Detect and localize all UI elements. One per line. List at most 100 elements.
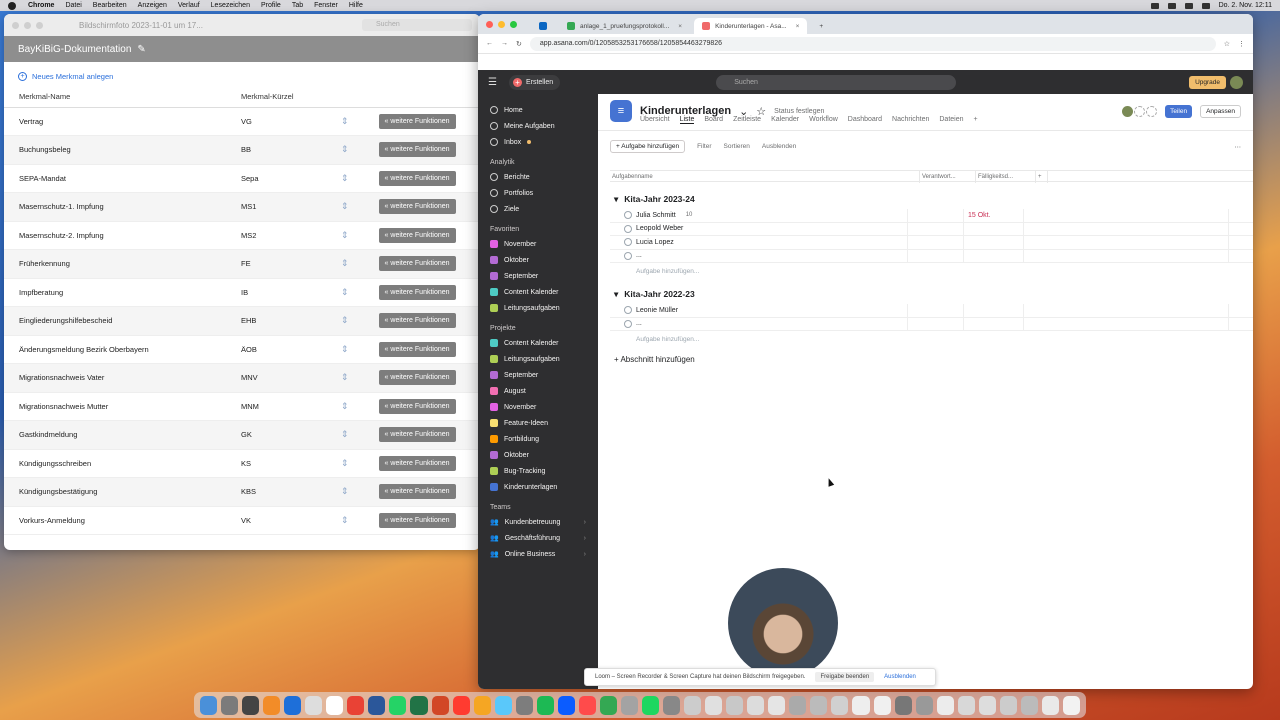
more-functions-button[interactable]: « weitere Funktionen: [378, 199, 456, 215]
task-assignee-cell[interactable]: [908, 209, 964, 222]
sidebar-item[interactable]: Content Kalender: [478, 284, 598, 300]
dock-app-icon[interactable]: [326, 695, 344, 715]
reorder-icon[interactable]: ⇕: [341, 116, 349, 126]
chevron-right-icon[interactable]: ›: [584, 535, 586, 542]
dock-app-icon[interactable]: [494, 695, 512, 715]
tab-board[interactable]: Board: [704, 116, 723, 124]
menu-fenster[interactable]: Fenster: [314, 2, 338, 9]
task-name[interactable]: Lucia Lopez: [636, 239, 674, 246]
dock-app-icon[interactable]: [641, 695, 660, 715]
tab-files[interactable]: Dateien: [939, 116, 963, 124]
task-due-date[interactable]: [964, 249, 1024, 262]
dock-app-icon[interactable]: [768, 695, 786, 715]
task-name[interactable]: ...: [636, 252, 642, 259]
task-assignee-cell[interactable]: [908, 249, 964, 262]
reorder-icon[interactable]: ⇕: [341, 344, 349, 354]
tab-overview[interactable]: Übersicht: [640, 116, 670, 124]
more-functions-button[interactable]: « weitere Funktionen: [378, 341, 456, 357]
create-button[interactable]: + Erstellen: [508, 74, 561, 90]
task-due-date[interactable]: [964, 222, 1024, 235]
dock-app-icon[interactable]: [789, 695, 807, 715]
tab-dashboard[interactable]: Dashboard: [848, 116, 882, 124]
window-controls[interactable]: [486, 21, 517, 28]
reload-icon[interactable]: ↻: [516, 40, 522, 48]
more-functions-button[interactable]: « weitere Funktionen: [378, 512, 456, 528]
add-column-button[interactable]: +: [1036, 171, 1048, 183]
more-functions-button[interactable]: « weitere Funktionen: [378, 256, 456, 272]
col-assignee[interactable]: Verantwort...: [920, 171, 976, 183]
dock-app-icon[interactable]: [242, 695, 260, 715]
more-functions-button[interactable]: « weitere Funktionen: [378, 113, 456, 129]
dock-app-icon[interactable]: [347, 695, 365, 715]
dock-app-icon[interactable]: [620, 695, 638, 715]
task-assignee-cell[interactable]: [908, 222, 964, 235]
task-assignee-cell[interactable]: [908, 304, 964, 317]
more-functions-button[interactable]: « weitere Funktionen: [378, 313, 456, 329]
sidebar-item[interactable]: Oktober: [478, 252, 598, 268]
battery-icon[interactable]: [1184, 2, 1193, 9]
dock-app-icon[interactable]: [1020, 695, 1038, 715]
tab-workflow[interactable]: Workflow: [809, 116, 838, 124]
dock-app-icon[interactable]: [810, 695, 828, 715]
complete-check-icon[interactable]: [624, 319, 632, 328]
task-due-date[interactable]: [964, 236, 1024, 249]
stop-sharing-button[interactable]: Freigabe beenden: [815, 672, 875, 682]
reorder-icon[interactable]: ⇕: [341, 315, 349, 325]
dock-app-icon[interactable]: [473, 695, 491, 715]
more-functions-button[interactable]: « weitere Funktionen: [378, 227, 456, 243]
section-header[interactable]: ▾ Kita-Jahr 2022-23: [598, 277, 1253, 304]
nav-my-tasks[interactable]: Meine Aufgaben: [478, 118, 598, 134]
url-input[interactable]: app.asana.com/0/1205853253176658/1205854…: [529, 36, 1216, 51]
complete-check-icon[interactable]: [624, 251, 632, 260]
hide-button[interactable]: Ausblenden: [762, 143, 796, 150]
extensions-icon[interactable]: ⋮: [1238, 40, 1245, 48]
task-assignee-cell[interactable]: [908, 236, 964, 249]
dock-app-icon[interactable]: [515, 695, 533, 715]
sidebar-item[interactable]: September: [478, 268, 598, 284]
dock-app-icon[interactable]: [873, 695, 891, 715]
nav-home[interactable]: Home: [478, 102, 598, 118]
dock-app-icon[interactable]: [599, 695, 617, 715]
complete-check-icon[interactable]: [624, 211, 632, 220]
chevron-down-icon[interactable]: ▾: [614, 289, 618, 300]
dock-app-icon[interactable]: [747, 695, 765, 715]
sidebar-team[interactable]: 👥 Online Business ›: [478, 546, 598, 562]
customize-button[interactable]: Anpassen: [1200, 104, 1241, 118]
dock-app-icon[interactable]: [389, 695, 407, 715]
menu-profile[interactable]: Profile: [261, 2, 281, 9]
list-icon[interactable]: ≡: [610, 100, 632, 122]
more-functions-button[interactable]: « weitere Funktionen: [378, 142, 456, 158]
control-center-icon[interactable]: [1201, 2, 1210, 9]
reorder-icon[interactable]: ⇕: [341, 429, 349, 439]
asana-search-input[interactable]: Suchen: [716, 74, 957, 90]
task-row[interactable]: Leopold Weber: [610, 222, 1253, 236]
task-row[interactable]: ...: [610, 317, 1253, 331]
task-name[interactable]: Leopold Weber: [636, 225, 683, 232]
add-section-button[interactable]: + Abschnitt hinzufügen: [598, 345, 1253, 374]
dock-app-icon[interactable]: [1041, 695, 1059, 715]
dock-app-icon[interactable]: [978, 695, 996, 715]
complete-check-icon[interactable]: [624, 238, 632, 247]
close-icon[interactable]: ×: [796, 23, 800, 30]
nav-goals[interactable]: Ziele: [478, 201, 598, 217]
tab-linkedin[interactable]: [531, 18, 555, 34]
task-row[interactable]: Leonie Müller: [610, 304, 1253, 318]
dock-app-icon[interactable]: [831, 695, 849, 715]
task-due-date[interactable]: [964, 317, 1024, 330]
dock-app-icon[interactable]: [578, 695, 596, 715]
sidebar-item[interactable]: Leitungsaufgaben: [478, 300, 598, 316]
add-task-button[interactable]: + Aufgabe hinzufügen: [610, 140, 686, 153]
tab-calendar[interactable]: Kalender: [771, 116, 799, 124]
forward-icon[interactable]: →: [501, 40, 508, 47]
more-functions-button[interactable]: « weitere Funktionen: [378, 370, 456, 386]
reorder-icon[interactable]: ⇕: [341, 458, 349, 468]
dock-app-icon[interactable]: [705, 695, 723, 715]
filter-button[interactable]: Filter: [697, 143, 711, 150]
sidebar-item[interactable]: Bug-Tracking: [478, 463, 598, 479]
task-name[interactable]: Leonie Müller: [636, 307, 678, 314]
sidebar-item[interactable]: August: [478, 383, 598, 399]
share-button[interactable]: Teilen: [1165, 104, 1193, 118]
sidebar-item[interactable]: Feature-Ideen: [478, 415, 598, 431]
webcam-bubble[interactable]: [728, 568, 838, 678]
menu-app-name[interactable]: Chrome: [28, 2, 54, 9]
